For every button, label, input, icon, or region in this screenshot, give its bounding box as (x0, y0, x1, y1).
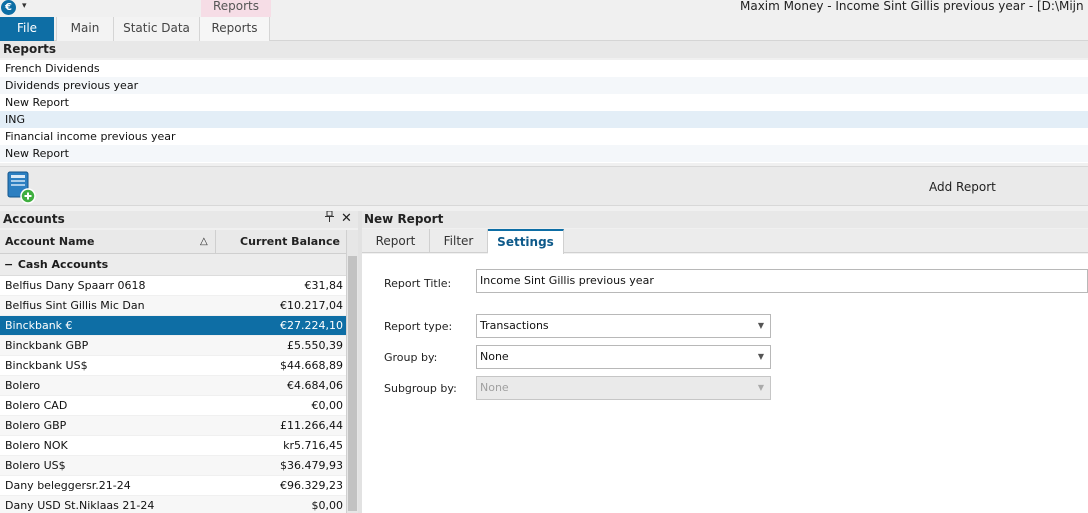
subgroup-by-label: Subgroup by: (384, 382, 457, 395)
table-row[interactable]: Bolero €4.684,06 (0, 376, 346, 396)
group-by-select[interactable]: None ▼ (476, 345, 771, 369)
table-row[interactable]: Dany USD St.Niklaas 21-24 $0,00 (0, 496, 346, 513)
report-item-new-report[interactable]: New Report (0, 94, 1088, 111)
ribbon-tab-strip: File Main Static Data Reports (0, 17, 1088, 41)
table-row[interactable]: Dany beleggersr.21-24 €96.329,23 (0, 476, 346, 496)
table-row[interactable]: Bolero CAD €0,00 (0, 396, 346, 416)
report-title-label: Report Title: (384, 277, 452, 290)
collapse-icon[interactable]: − (4, 254, 14, 276)
accounts-scrollbar-thumb[interactable] (348, 256, 357, 511)
account-name-cell: Bolero CAD (5, 399, 68, 412)
tab-report[interactable]: Report (362, 229, 430, 253)
account-name-cell: Bolero US$ (5, 459, 66, 472)
window-title: Maxim Money - Income Sint Gillis previou… (740, 0, 1088, 13)
report-item-dividends-previous-year[interactable]: Dividends previous year (0, 77, 1088, 94)
column-header-account-name[interactable]: Account Name △ (0, 230, 216, 254)
account-balance-cell: $0,00 (311, 499, 344, 512)
accounts-scrollbar[interactable] (346, 230, 358, 513)
account-balance-cell: $36.479,93 (280, 459, 343, 472)
group-row-cash-accounts[interactable]: − Cash Accounts (0, 254, 346, 276)
tab-settings[interactable]: Settings (488, 229, 564, 254)
accounts-column-header: Account Name △ Current Balance (0, 230, 346, 254)
account-balance-cell: €10.217,04 (280, 299, 343, 312)
pin-icon[interactable] (325, 210, 334, 228)
new-report-tab-strip: Report Filter Settings (362, 229, 1088, 254)
chevron-down-icon[interactable]: ▼ (752, 346, 770, 368)
chevron-down-icon: ▼ (757, 383, 765, 392)
account-name-cell: Binckbank US$ (5, 359, 88, 372)
reports-list: French Dividends Dividends previous year… (0, 60, 1088, 163)
group-by-label: Group by: (384, 351, 438, 364)
account-balance-cell: kr5.716,45 (283, 439, 343, 452)
column-header-current-balance[interactable]: Current Balance (217, 230, 345, 254)
table-row[interactable]: Bolero GBP £11.266,44 (0, 416, 346, 436)
subgroup-by-value: None (480, 381, 509, 394)
account-balance-cell: €0,00 (311, 399, 344, 412)
accounts-panel-title: Accounts (3, 212, 65, 226)
report-item-financial-income-previous-year[interactable]: Financial income previous year (0, 128, 1088, 145)
account-balance-cell: €4.684,06 (287, 379, 343, 392)
account-name-cell: Dany USD St.Niklaas 21-24 (5, 499, 155, 512)
chevron-down-icon[interactable]: ▼ (752, 315, 770, 337)
account-name-cell: Bolero GBP (5, 419, 67, 432)
context-tab-group-label: Reports (201, 0, 271, 17)
account-balance-cell: €96.329,23 (280, 479, 343, 492)
report-toolbar: Add Report (0, 166, 1088, 206)
report-item-french-dividends[interactable]: French Dividends (0, 60, 1088, 77)
account-name-cell: Dany beleggersr.21-24 (5, 479, 131, 492)
title-bar: € ▾ Reports Maxim Money - Income Sint Gi… (0, 0, 1088, 17)
app-logo-icon[interactable]: € (1, 0, 16, 15)
table-row[interactable]: Bolero NOK kr5.716,45 (0, 436, 346, 456)
account-balance-cell: £11.266,44 (280, 419, 343, 432)
accounts-grid: Account Name △ Current Balance − Cash Ac… (0, 230, 346, 513)
table-row-selected[interactable]: Binckbank € €27.224,10 (0, 316, 346, 336)
accounts-panel-header: Accounts ✕ (0, 210, 358, 228)
reports-panel-header: Reports (0, 41, 1088, 58)
report-type-select[interactable]: Transactions ▼ (476, 314, 771, 338)
report-title-input[interactable]: Income Sint Gillis previous year (476, 269, 1088, 293)
column-header-account-name-label: Account Name (5, 235, 95, 248)
table-row[interactable]: Binckbank GBP £5.550,39 (0, 336, 346, 356)
add-report-button[interactable] (6, 171, 38, 205)
account-name-cell: Bolero NOK (5, 439, 68, 452)
tab-filter[interactable]: Filter (430, 229, 488, 253)
report-item-ing[interactable]: ING (0, 111, 1088, 128)
tab-main[interactable]: Main (56, 17, 114, 41)
table-row[interactable]: Binckbank US$ $44.668,89 (0, 356, 346, 376)
add-report-label[interactable]: Add Report (929, 180, 996, 194)
new-report-panel-header: New Report (362, 211, 1088, 228)
group-label: Cash Accounts (17, 258, 109, 271)
quick-access-dropdown-icon[interactable]: ▾ (22, 1, 27, 11)
settings-form: Report Title: Income Sint Gillis previou… (362, 254, 1088, 513)
maxim-money-window: € ▾ Reports Maxim Money - Income Sint Gi… (0, 0, 1088, 513)
tab-file[interactable]: File (0, 17, 54, 41)
account-balance-cell: £5.550,39 (287, 339, 343, 352)
group-by-value: None (480, 350, 509, 363)
account-balance-cell: $44.668,89 (280, 359, 343, 372)
tab-reports[interactable]: Reports (200, 17, 270, 41)
report-item-new-report-2[interactable]: New Report (0, 145, 1088, 162)
report-type-value: Transactions (480, 319, 549, 332)
account-name-cell: Belfius Dany Spaarr 0618 (5, 279, 146, 292)
account-name-cell: Binckbank GBP (5, 339, 89, 352)
table-row[interactable]: Belfius Sint Gillis Mic Dan €10.217,04 (0, 296, 346, 316)
table-row[interactable]: Belfius Dany Spaarr 0618 €31,84 (0, 276, 346, 296)
account-name-cell: Binckbank € (5, 319, 73, 332)
account-balance-cell: €27.224,10 (280, 319, 343, 332)
close-icon[interactable]: ✕ (341, 210, 352, 227)
add-report-icon (7, 171, 36, 204)
tab-static-data[interactable]: Static Data (114, 17, 200, 41)
sort-ascending-icon: △ (200, 236, 208, 247)
account-name-cell: Bolero (5, 379, 41, 392)
account-balance-cell: €31,84 (304, 279, 344, 292)
table-row[interactable]: Bolero US$ $36.479,93 (0, 456, 346, 476)
account-name-cell: Belfius Sint Gillis Mic Dan (5, 299, 145, 312)
subgroup-by-select: None ▼ (476, 376, 771, 400)
report-type-label: Report type: (384, 320, 453, 333)
